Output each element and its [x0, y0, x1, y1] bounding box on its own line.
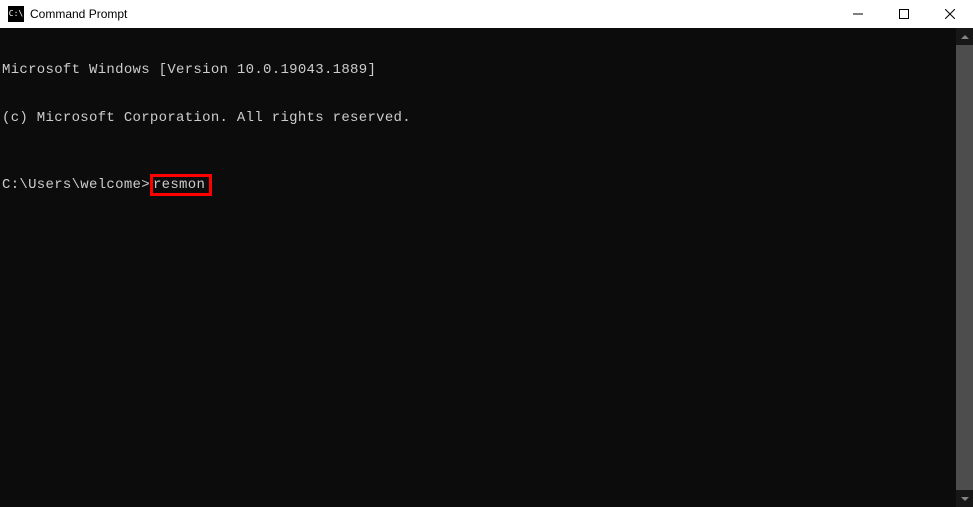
scroll-down-button[interactable] [956, 490, 973, 507]
window-controls [835, 0, 973, 28]
command-highlight: resmon [150, 174, 212, 196]
close-button[interactable] [927, 0, 973, 28]
prompt-path: C:\Users\welcome> [2, 177, 150, 193]
maximize-button[interactable] [881, 0, 927, 28]
prompt-line: C:\Users\welcome>resmon [2, 174, 973, 196]
minimize-icon [853, 9, 863, 19]
close-icon [945, 9, 955, 19]
app-icon-text: C:\ [9, 10, 23, 18]
scrollbar[interactable] [956, 28, 973, 507]
app-icon: C:\ [8, 6, 24, 22]
terminal-content: Microsoft Windows [Version 10.0.19043.18… [0, 28, 973, 228]
typed-command: resmon [153, 177, 205, 193]
terminal-line-version: Microsoft Windows [Version 10.0.19043.18… [2, 62, 973, 78]
scroll-up-button[interactable] [956, 28, 973, 45]
titlebar: C:\ Command Prompt [0, 0, 973, 28]
scroll-thumb[interactable] [956, 45, 973, 490]
minimize-button[interactable] [835, 0, 881, 28]
chevron-up-icon [961, 35, 969, 39]
chevron-down-icon [961, 497, 969, 501]
terminal-line-copyright: (c) Microsoft Corporation. All rights re… [2, 110, 973, 126]
maximize-icon [899, 9, 909, 19]
window-title: Command Prompt [30, 7, 127, 21]
terminal-area[interactable]: Microsoft Windows [Version 10.0.19043.18… [0, 28, 973, 507]
